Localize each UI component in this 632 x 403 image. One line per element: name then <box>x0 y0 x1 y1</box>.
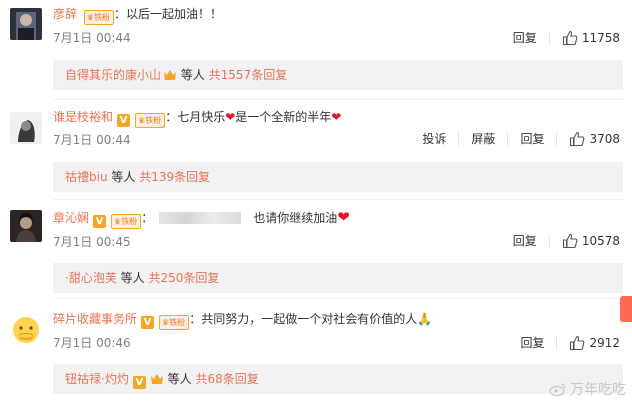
reply-count[interactable]: 共139条回复 <box>139 170 210 184</box>
thumbs-up-icon <box>562 30 578 46</box>
fan-badge: ♛铁粉 <box>135 113 166 128</box>
username[interactable]: 彦辞 <box>53 7 77 21</box>
reply-count[interactable]: 共68条回复 <box>195 372 258 386</box>
avatar[interactable] <box>10 112 42 144</box>
like-count: 3708 <box>589 132 620 146</box>
separator: ： <box>141 211 154 225</box>
reply-button[interactable]: 回复 <box>513 233 537 249</box>
comment-time: 7月1日 00:44 <box>53 133 131 147</box>
separator: ： <box>189 312 202 326</box>
reply-thread[interactable]: 钮祜禄·灼灼 V 等人 共68条回复 <box>53 364 623 394</box>
avatar[interactable] <box>10 8 42 40</box>
reply-usernames[interactable]: 钮祜禄·灼灼 <box>65 372 129 386</box>
divider <box>548 234 550 248</box>
blurred-mention <box>159 212 242 224</box>
crown-icon <box>163 62 177 80</box>
username[interactable]: 章沁娴 <box>53 211 89 225</box>
comment-time: 7月1日 00:45 <box>53 235 131 249</box>
fan-badge-label: 铁粉 <box>145 116 162 125</box>
reply-usernames[interactable]: 自得其乐的康小山 <box>65 68 161 82</box>
comment-head: 章沁娴 V ♛铁粉： 也请你继续加油❤ <box>53 208 350 229</box>
watermark-text: 万年吃吃 <box>570 382 626 398</box>
avatar[interactable] <box>10 210 42 242</box>
comment-text: 共同努力，一起做一个对社会有价值的人 <box>201 312 418 326</box>
divider <box>507 132 509 146</box>
weibo-logo-icon <box>549 383 566 396</box>
fan-badge-label: 铁粉 <box>169 318 186 327</box>
verified-icon: V <box>93 215 107 228</box>
reply-button[interactable]: 回复 <box>520 131 544 147</box>
reply-mid: 等人 <box>177 68 209 82</box>
verified-icon: V <box>117 114 131 127</box>
reply-usernames[interactable]: ·甜心泡芙 <box>65 271 117 285</box>
comment-text-2: 是一个全新的半年 <box>235 110 332 124</box>
like-button[interactable]: 3708 <box>569 131 620 147</box>
comment-item: 谁是枝裕和 V ♛铁粉 ：七月快乐❤是一个全新的半年❤ 7月1日 00:44 投诉 屏… <box>0 100 632 197</box>
comment-item: 章沁娴 V ♛铁粉： 也请你继续加油❤ 7月1日 00:45 回复 10578 ·甜心… <box>0 200 632 297</box>
comment-head: 谁是枝裕和 V ♛铁粉 ：七月快乐❤是一个全新的半年❤ <box>53 109 342 128</box>
crown-icon: ♛ <box>86 13 95 22</box>
comment-actions: 回复 10578 <box>513 233 620 249</box>
separator: ： <box>114 7 127 21</box>
like-count: 11758 <box>581 31 620 45</box>
comment-text: 也请你继续加油 <box>253 211 338 225</box>
divider <box>458 132 460 146</box>
divider <box>556 132 558 146</box>
crown-icon <box>150 366 164 384</box>
username[interactable]: 碎片收藏事务所 <box>53 312 137 326</box>
fan-badge: ♛铁粉 <box>159 315 190 330</box>
fan-badge: ♛铁粉 <box>111 214 142 229</box>
comment-text: 以后一起加油！！ <box>126 7 223 21</box>
block-button[interactable]: 屏蔽 <box>471 131 495 147</box>
comment-time: 7月1日 00:44 <box>53 31 131 45</box>
reply-thread[interactable]: 自得其乐的康小山 等人 共1557条回复 <box>53 60 623 90</box>
comment-item: 彦辞 ♛铁粉 ：以后一起加油！！ 7月1日 00:44 回复 11758 自得其乐… <box>0 0 632 95</box>
heart-icon: ❤ <box>337 208 350 226</box>
like-button[interactable]: 2912 <box>569 335 620 351</box>
reply-thread[interactable]: ·甜心泡芙 等人 共250条回复 <box>53 263 623 293</box>
divider <box>556 336 558 350</box>
watermark: 万年吃吃 <box>549 379 626 399</box>
thumbs-up-icon <box>570 131 585 147</box>
fan-badge-label: 铁粉 <box>94 13 111 22</box>
reply-thread[interactable]: 祜禮biu 等人 共139条回复 <box>53 162 623 192</box>
like-count: 2912 <box>589 336 620 350</box>
comment-actions: 回复 2912 <box>520 335 620 351</box>
reply-mid: 等人 <box>116 271 149 285</box>
divider <box>548 31 550 45</box>
comment-time: 7月1日 00:46 <box>53 336 131 350</box>
reply-button[interactable]: 回复 <box>513 30 537 46</box>
like-button[interactable]: 11758 <box>562 30 620 46</box>
side-tab[interactable] <box>620 296 632 322</box>
reply-button[interactable]: 回复 <box>520 335 544 351</box>
reply-count[interactable]: 共1557条回复 <box>209 68 288 82</box>
comment-actions: 投诉 屏蔽 回复 3708 <box>422 131 620 147</box>
like-count: 10578 <box>581 234 620 248</box>
heart-icon: ❤ <box>225 110 236 124</box>
reply-usernames[interactable]: 祜禮biu <box>65 170 108 184</box>
heart-icon: ❤ <box>331 110 342 124</box>
clasped-hands-icon: 🙏 <box>417 312 433 326</box>
thumbs-up-icon <box>570 335 585 351</box>
report-button[interactable]: 投诉 <box>422 131 446 147</box>
username[interactable]: 谁是枝裕和 <box>53 110 113 124</box>
comment-actions: 回复 11758 <box>513 30 620 46</box>
verified-icon: V <box>132 376 146 389</box>
comment-head: 碎片收藏事务所 V ♛铁粉 ：共同努力，一起做一个对社会有价值的人🙏 <box>53 311 433 330</box>
comment-item: 碎片收藏事务所 V ♛铁粉 ：共同努力，一起做一个对社会有价值的人🙏 7月1日 00:… <box>0 300 632 403</box>
reply-mid: 等人 <box>107 170 140 184</box>
comment-head: 彦辞 ♛铁粉 ：以后一起加油！！ <box>53 6 223 25</box>
divider <box>53 298 623 299</box>
fan-badge-label: 铁粉 <box>121 217 138 226</box>
fan-badge: ♛铁粉 <box>83 10 115 25</box>
separator: ： <box>165 110 178 124</box>
like-button[interactable]: 10578 <box>562 233 620 249</box>
reply-count[interactable]: 共250条回复 <box>148 271 219 285</box>
verified-icon: V <box>141 316 155 329</box>
avatar[interactable] <box>10 313 42 345</box>
reply-mid: 等人 <box>163 372 196 386</box>
comment-text: 七月快乐 <box>177 110 226 124</box>
thumbs-up-icon <box>562 233 578 249</box>
